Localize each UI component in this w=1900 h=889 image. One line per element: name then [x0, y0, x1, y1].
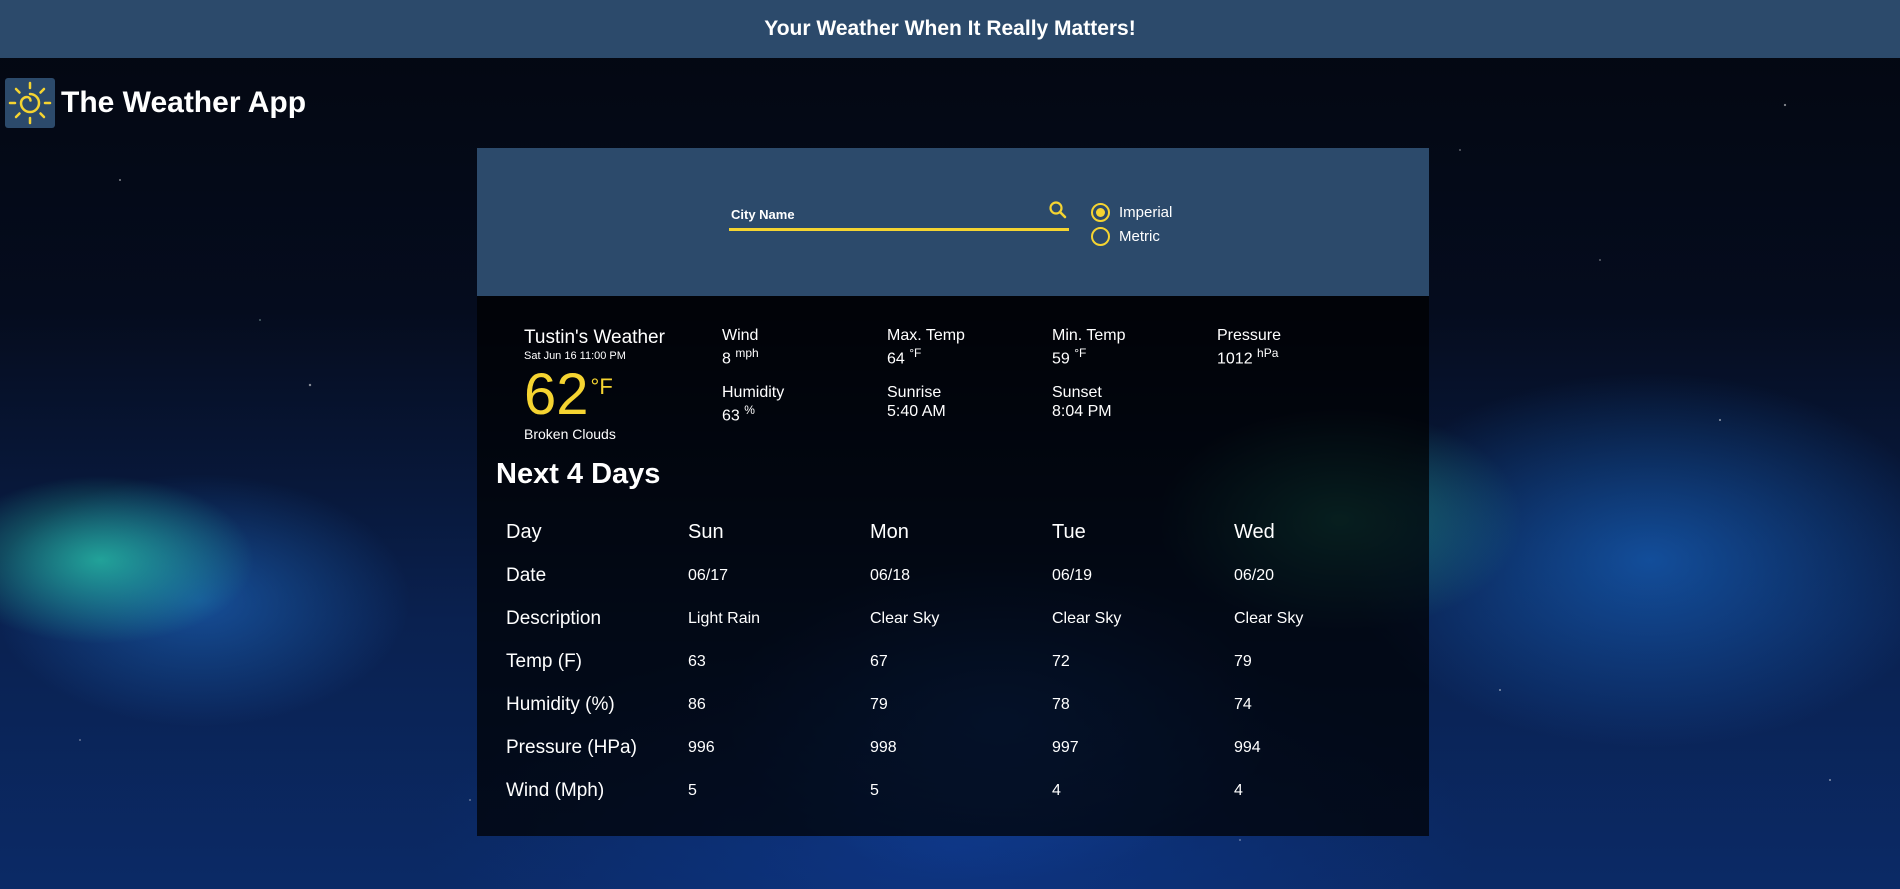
table-row: Date 06/17 06/18 06/19 06/20: [496, 554, 1406, 597]
stat-wind: Wind 8 mph: [722, 327, 759, 368]
table-row: Humidity (%) 86 79 78 74: [496, 683, 1406, 726]
stat-value: 64: [887, 350, 905, 368]
table-cell: Mon: [870, 521, 909, 543]
table-cell: 67: [870, 652, 888, 670]
search-icon[interactable]: [1047, 200, 1069, 222]
weather-panel: Tustin's Weather Sat Jun 16 11:00 PM 62 …: [477, 296, 1429, 836]
current-temp: 62: [524, 362, 589, 427]
table-row: Temp (F) 63 67 72 79: [496, 640, 1406, 683]
table-cell: Tue: [1052, 521, 1086, 543]
table-cell: 998: [870, 738, 897, 756]
table-cell: 74: [1234, 695, 1252, 713]
stat-label: Pressure: [1217, 327, 1282, 344]
stat-value: 59: [1052, 350, 1070, 368]
table-cell: 06/19: [1052, 566, 1093, 584]
stat-label: Sunset: [1052, 384, 1102, 401]
stat-sunrise: Sunrise 5:40 AM: [887, 384, 946, 421]
table-cell: 06/18: [870, 566, 911, 584]
stat-unit: hPa: [1257, 346, 1279, 360]
table-cell: Clear Sky: [1052, 609, 1122, 627]
stat-humidity: Humidity 63 %: [722, 384, 784, 425]
unit-label-imperial: Imperial: [1119, 203, 1173, 221]
table-cell: 79: [870, 695, 888, 713]
table-cell: Sun: [688, 521, 724, 543]
stat-label: Min. Temp: [1052, 327, 1126, 344]
brand[interactable]: The Weather App: [5, 78, 306, 128]
current-weather: Tustin's Weather Sat Jun 16 11:00 PM 62 …: [524, 327, 665, 442]
table-cell: 4: [1234, 781, 1243, 799]
stat-label: Max. Temp: [887, 327, 965, 344]
table-cell: Clear Sky: [870, 609, 940, 627]
table-cell: 06/20: [1234, 566, 1275, 584]
table-cell: 5: [688, 781, 697, 799]
table-cell: 997: [1052, 738, 1079, 756]
top-banner: Your Weather When It Really Matters!: [0, 0, 1900, 58]
row-header: Humidity (%): [506, 693, 615, 715]
stat-value: 8:04 PM: [1052, 403, 1112, 420]
row-header: Date: [506, 564, 547, 586]
stat-label: Wind: [722, 327, 759, 344]
stat-value: 1012: [1217, 350, 1253, 368]
row-header: Wind (Mph): [506, 779, 605, 801]
city-search-input[interactable]: [729, 202, 1033, 226]
stat-min-temp: Min. Temp 59 °F: [1052, 327, 1126, 368]
forecast-table: Day Sun Mon Tue Wed Date 06/17 06/18 06/19 06/20 D…: [496, 511, 1406, 812]
stat-pressure: Pressure 1012 hPa: [1217, 327, 1281, 368]
row-header: Description: [506, 607, 602, 629]
table-row: Description Light Rain Clear Sky Clear Sky C…: [496, 597, 1406, 640]
current-temp-unit: °F: [590, 374, 613, 399]
stat-unit: °F: [1074, 346, 1087, 360]
unit-option-imperial[interactable]: Imperial: [1091, 200, 1172, 224]
stat-value: 63: [722, 407, 740, 425]
table-row: Wind (Mph) 5 5 4 4: [496, 769, 1406, 812]
stat-max-temp: Max. Temp 64 °F: [887, 327, 965, 368]
stat-unit: mph: [735, 346, 759, 360]
table-cell: 5: [870, 781, 879, 799]
stat-value: 8: [722, 350, 731, 368]
table-cell: 86: [688, 695, 706, 713]
table-cell: Light Rain: [688, 609, 761, 627]
stat-label: Sunrise: [887, 384, 942, 401]
row-header: Temp (F): [506, 650, 582, 672]
app-title: The Weather App: [61, 86, 307, 119]
table-cell: 994: [1234, 738, 1261, 756]
radio-metric[interactable]: [1091, 226, 1110, 246]
stat-sunset: Sunset 8:04 PM: [1052, 384, 1112, 421]
row-header: Pressure (HPa): [506, 736, 637, 758]
radio-imperial[interactable]: [1091, 202, 1110, 222]
stat-unit: %: [744, 403, 755, 417]
table-cell: 06/17: [688, 566, 729, 584]
stat-unit: °F: [909, 346, 922, 360]
forecast-title: Next 4 Days: [496, 458, 661, 490]
table-cell: 72: [1052, 652, 1070, 670]
table-cell: Wed: [1234, 521, 1275, 543]
unit-label-metric: Metric: [1119, 227, 1160, 245]
table-row: Day Sun Mon Tue Wed: [496, 511, 1406, 554]
row-header: Day: [506, 521, 542, 543]
current-condition: Broken Clouds: [524, 426, 616, 442]
city-title: Tustin's Weather: [524, 327, 665, 348]
stat-label: Humidity: [722, 384, 785, 401]
current-datetime: Sat Jun 16 11:00 PM: [524, 350, 626, 362]
unit-option-metric[interactable]: Metric: [1091, 224, 1172, 248]
table-row: Pressure (HPa) 996 998 997 994: [496, 726, 1406, 769]
sun-icon: [5, 78, 55, 128]
table-cell: Clear Sky: [1234, 609, 1304, 627]
unit-selector: Imperial Metric: [1091, 200, 1172, 248]
table-cell: 4: [1052, 781, 1061, 799]
search-panel: Imperial Metric: [477, 148, 1429, 296]
table-cell: 79: [1234, 652, 1252, 670]
search-box: [729, 198, 1069, 231]
stat-value: 5:40 AM: [887, 403, 946, 420]
table-cell: 996: [688, 738, 715, 756]
table-cell: 63: [688, 652, 706, 670]
table-cell: 78: [1052, 695, 1070, 713]
banner-text: Your Weather When It Really Matters!: [764, 17, 1136, 40]
